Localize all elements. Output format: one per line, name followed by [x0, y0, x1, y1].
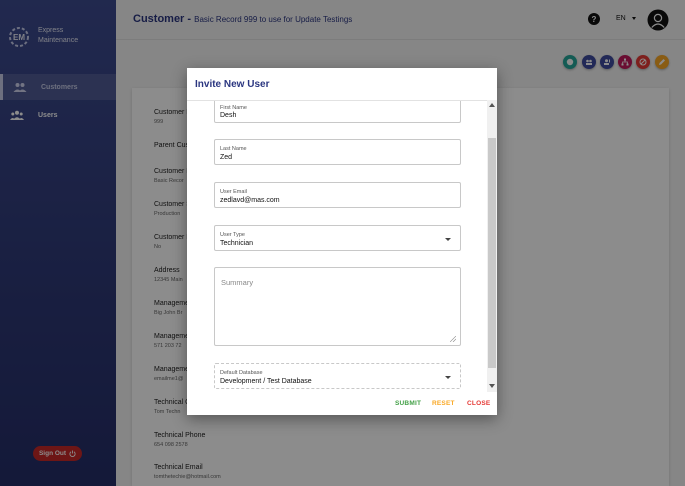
resize-handle-icon[interactable] [450, 336, 456, 342]
summary-textarea[interactable]: Summary [214, 267, 461, 346]
last-name-field[interactable]: Last Name Zed [214, 139, 461, 165]
first-name-value: Desh [220, 112, 237, 119]
email-field[interactable]: User Email zedlavd@mas.com [214, 182, 461, 208]
database-label: Default Database [220, 370, 263, 376]
user-type-select[interactable]: User Type Technician [214, 225, 461, 251]
user-type-value: Technician [220, 240, 254, 247]
submit-button[interactable]: SUBMIT [395, 400, 421, 407]
chevron-down-icon [445, 376, 451, 379]
dialog-footer: SUBMIT RESET CLOSE [187, 392, 497, 415]
reset-button[interactable]: RESET [432, 400, 455, 407]
last-name-label: Last Name [220, 146, 247, 152]
first-name-field[interactable]: First Name Desh [214, 101, 461, 123]
user-type-label: User Type [220, 232, 245, 238]
scroll-down-icon[interactable] [489, 384, 495, 388]
last-name-value: Zed [220, 154, 233, 161]
dialog-body: First Name Desh Last Name Zed User Email… [187, 100, 497, 392]
default-database-select[interactable]: Default Database Development / Test Data… [214, 363, 461, 389]
chevron-down-icon [445, 238, 451, 241]
scroll-up-icon[interactable] [489, 103, 495, 107]
dialog-title: Invite New User [195, 79, 270, 90]
email-label: User Email [220, 189, 247, 195]
email-value: zedlavd@mas.com [220, 197, 280, 204]
first-name-label: First Name [220, 105, 247, 111]
invite-user-dialog: Invite New User First Name Desh Last Nam… [187, 68, 497, 415]
scroll-thumb[interactable] [488, 138, 496, 368]
close-button[interactable]: CLOSE [467, 400, 490, 407]
summary-placeholder: Summary [221, 278, 254, 287]
dialog-scrollbar[interactable] [487, 100, 497, 392]
database-value: Development / Test Database [220, 378, 312, 385]
